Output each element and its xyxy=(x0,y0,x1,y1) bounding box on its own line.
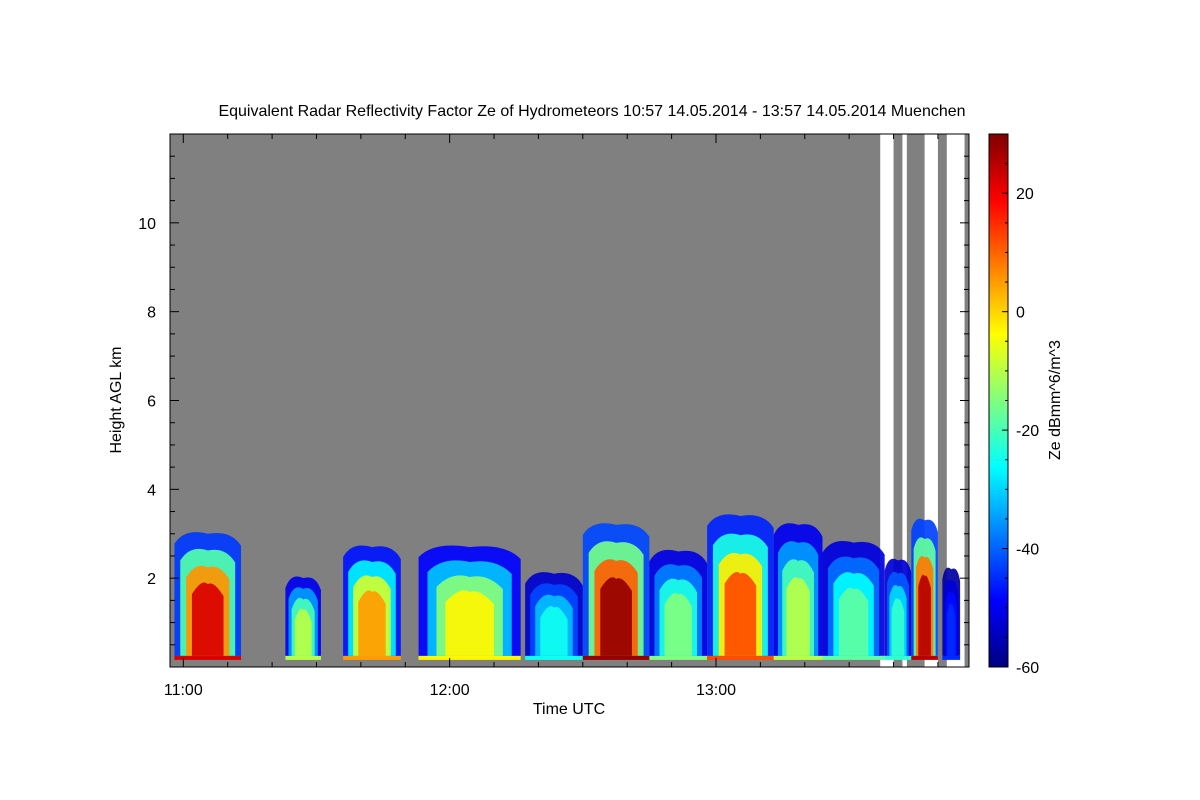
near-ground-echo xyxy=(773,655,823,660)
colorbar-tick-label: -20 xyxy=(1016,423,1039,440)
colorbar-tick-label: -60 xyxy=(1016,660,1039,677)
plot-area xyxy=(170,134,969,667)
echo-layer xyxy=(540,605,568,656)
near-ground-echo xyxy=(582,655,650,660)
echo-layer xyxy=(947,603,956,656)
near-ground-echo xyxy=(942,655,961,660)
echo-layer xyxy=(191,582,224,656)
echo-layer xyxy=(786,577,810,656)
echo-layer xyxy=(358,590,386,656)
echo-layer xyxy=(600,577,632,656)
colorbar-label: Ze dBmm^6/m^3 xyxy=(1047,340,1064,460)
x-tick-label: 12:00 xyxy=(430,682,470,699)
chart-title: Equivalent Radar Reflectivity Factor Ze … xyxy=(218,103,965,120)
echo-layer xyxy=(891,598,905,656)
y-tick-label: 8 xyxy=(147,305,156,322)
near-ground-echo xyxy=(418,655,521,660)
y-tick-label: 2 xyxy=(147,571,156,588)
y-tick-label: 10 xyxy=(138,216,156,233)
x-tick-label: 13:00 xyxy=(696,682,736,699)
near-ground-echo xyxy=(822,655,885,660)
near-ground-echo xyxy=(707,655,774,660)
echo-layer xyxy=(664,592,692,656)
near-ground-echo xyxy=(911,655,938,660)
near-ground-echo xyxy=(649,655,708,660)
x-axis-label: Time UTC xyxy=(533,701,605,718)
echo-layer xyxy=(724,572,757,656)
colorbar-tick-label: -40 xyxy=(1016,542,1039,559)
y-axis-label: Height AGL km xyxy=(108,346,125,453)
y-tick-label: 4 xyxy=(147,482,156,499)
near-ground-echo xyxy=(174,655,242,660)
echo-layer xyxy=(294,608,312,656)
near-ground-echo xyxy=(343,655,401,660)
echo-layer xyxy=(838,587,869,656)
colorbar-tick-label: 0 xyxy=(1016,305,1025,322)
echo-layer xyxy=(445,590,494,656)
radar-figure: Equivalent Radar Reflectivity Factor Ze … xyxy=(108,103,1064,718)
near-ground-echo xyxy=(884,655,912,660)
x-tick-label: 11:00 xyxy=(164,682,203,699)
near-ground-echo xyxy=(525,655,583,660)
near-ground-echo xyxy=(285,655,321,660)
y-tick-label: 6 xyxy=(147,394,156,411)
colorbar-tick-label: 20 xyxy=(1016,186,1034,203)
echo-layer xyxy=(918,574,931,656)
